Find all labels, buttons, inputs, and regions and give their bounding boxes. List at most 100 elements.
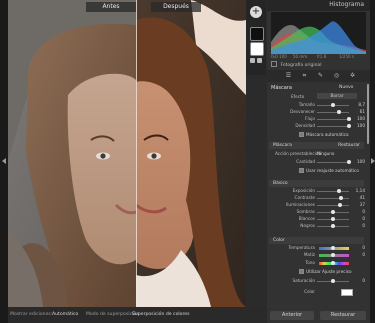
slider-track[interactable] — [317, 119, 349, 120]
show-pins-label: Mostrar ediciones: — [10, 312, 53, 317]
slider-knob[interactable] — [331, 279, 335, 283]
color-swatch[interactable] — [341, 289, 353, 296]
slider-row-amount[interactable]: Cantidad 100 — [271, 159, 366, 165]
reset-button[interactable]: Restaurar — [320, 311, 366, 320]
photo-canvas[interactable]: Antes Después — [8, 0, 246, 307]
slider-track[interactable] — [317, 198, 349, 199]
slider-label: Blancos — [298, 216, 315, 221]
expand-left-panel-icon[interactable] — [2, 158, 6, 164]
tool-strip: ☰ ⌗ ✎ ◎ ✲ — [267, 70, 370, 82]
brush-icon[interactable]: ✎ — [317, 73, 324, 79]
slider-knob[interactable] — [331, 217, 335, 221]
slider-value[interactable]: 100 — [353, 116, 365, 121]
slider-label: Saturación — [292, 278, 316, 283]
range-restore-label[interactable]: Restaurar — [338, 143, 360, 148]
slider-knob[interactable] — [339, 196, 343, 200]
radial-filter-icon[interactable]: ◎ — [333, 73, 340, 79]
slider-knob[interactable] — [338, 203, 342, 207]
histogram — [271, 12, 366, 54]
slider-track[interactable] — [317, 126, 349, 127]
hue-row[interactable]: Tono — [271, 260, 366, 266]
slider-row-blacks[interactable]: Negros 0 — [271, 223, 366, 229]
add-icon[interactable]: + — [250, 6, 262, 18]
swap-colors-icon[interactable] — [257, 58, 262, 63]
slider-value[interactable]: 41 — [353, 195, 365, 200]
slider-row-density[interactable]: Densidad 100 — [271, 123, 366, 129]
slider-knob[interactable] — [347, 117, 351, 121]
brush-tool-column: + — [246, 0, 266, 75]
split-view-divider[interactable] — [136, 0, 137, 307]
slider-value[interactable]: 37 — [353, 202, 365, 207]
slider-value[interactable]: 0 — [353, 252, 365, 257]
crop-icon[interactable]: ⌗ — [301, 73, 308, 79]
slider-value[interactable]: 8,7 — [353, 102, 365, 107]
basic-section-header[interactable]: Básico — [269, 180, 364, 187]
slider-knob[interactable] — [337, 189, 341, 193]
slider-knob[interactable] — [331, 246, 335, 250]
color-swatch-row[interactable]: Color — [271, 289, 366, 296]
basic-section-title: Básico — [273, 181, 288, 186]
original-photo-checkbox[interactable]: Fotografía original — [271, 61, 321, 68]
range-section-header[interactable]: Máscara Restaurar — [269, 142, 364, 149]
slider-label: Contraste — [294, 195, 315, 200]
slider-row-exposure[interactable]: Exposición 1,14 — [271, 188, 366, 194]
slider-row-shadows[interactable]: Sombras 0 — [271, 209, 366, 215]
slider-knob[interactable] — [347, 124, 351, 128]
color-label: Color — [304, 289, 315, 294]
slider-track[interactable] — [317, 162, 349, 163]
slider-knob[interactable] — [331, 261, 335, 265]
show-pins-dropdown[interactable]: Automático — [52, 312, 78, 317]
mask-new-label[interactable]: Nuevo — [339, 85, 353, 90]
color-section-header[interactable]: Color — [269, 237, 364, 244]
slider-value[interactable]: 0 — [353, 278, 365, 283]
slider-knob[interactable] — [331, 224, 335, 228]
slider-knob[interactable] — [331, 210, 335, 214]
slider-track[interactable] — [317, 112, 349, 113]
slider-value[interactable]: 0 — [353, 245, 365, 250]
previous-button[interactable]: Anterior — [270, 311, 314, 320]
slider-value[interactable]: 0 — [353, 223, 365, 228]
slider-value[interactable]: 100 — [353, 159, 365, 164]
slider-label: Cantidad — [296, 159, 315, 164]
effect-dropdown[interactable]: Borrar — [317, 93, 357, 99]
settings-icon[interactable]: ✲ — [349, 73, 356, 79]
sliders-icon[interactable]: ☰ — [285, 73, 292, 79]
foreground-color-swatch[interactable] — [250, 27, 264, 41]
photo-before — [8, 0, 136, 307]
slider-row-saturation[interactable]: Saturación 0 — [271, 278, 366, 284]
left-panel-collapsed[interactable] — [0, 0, 8, 323]
slider-label: Matiz — [303, 252, 315, 257]
slider-value[interactable]: 0 — [353, 216, 365, 221]
range-section-label: Máscara — [273, 143, 292, 148]
fine-adjust-checkbox[interactable]: Utilizar Ajuste preciso — [299, 269, 352, 274]
slider-knob[interactable] — [331, 103, 335, 107]
auto-mask-checkbox[interactable]: Máscara automática — [299, 132, 349, 137]
range-preset-value[interactable]: Ninguno — [317, 151, 334, 156]
slider-row-whites[interactable]: Blancos 0 — [271, 216, 366, 222]
slider-row-highlights[interactable]: Iluminaciones 37 — [271, 202, 366, 208]
slider-track[interactable] — [317, 191, 349, 192]
reset-colors-icon[interactable] — [250, 58, 255, 63]
slider-row-size[interactable]: Tamaño 8,7 — [271, 102, 366, 108]
slider-value[interactable]: 61 — [353, 109, 365, 114]
collapse-right-panel-icon[interactable] — [371, 158, 375, 164]
slider-knob[interactable] — [331, 253, 335, 257]
slider-row-contrast[interactable]: Contraste 41 — [271, 195, 366, 201]
slider-row-flow[interactable]: Flujo 100 — [271, 116, 366, 122]
slider-knob[interactable] — [337, 110, 341, 114]
overlay-mode-dropdown[interactable]: Superposición de colores — [132, 312, 189, 317]
slider-value[interactable]: 100 — [353, 123, 365, 128]
slider-value[interactable]: 1,14 — [353, 188, 365, 193]
auto-adjust-checkbox[interactable]: Usar reajuste automático — [299, 168, 359, 173]
fine-adjust-label: Utilizar Ajuste preciso — [306, 269, 352, 274]
right-edge-strip[interactable] — [370, 0, 375, 323]
slider-label: Tamaño — [298, 102, 315, 107]
slider-value[interactable]: 0 — [353, 209, 365, 214]
slider-row-feather[interactable]: Desvanecer 61 — [271, 109, 366, 115]
slider-track[interactable] — [317, 205, 349, 206]
panel-scrollbar[interactable] — [367, 84, 369, 144]
slider-row-tint[interactable]: Matiz 0 — [271, 252, 366, 258]
slider-row-temperature[interactable]: Temperatura 0 — [271, 245, 366, 251]
background-color-swatch[interactable] — [250, 42, 264, 56]
slider-knob[interactable] — [347, 160, 351, 164]
